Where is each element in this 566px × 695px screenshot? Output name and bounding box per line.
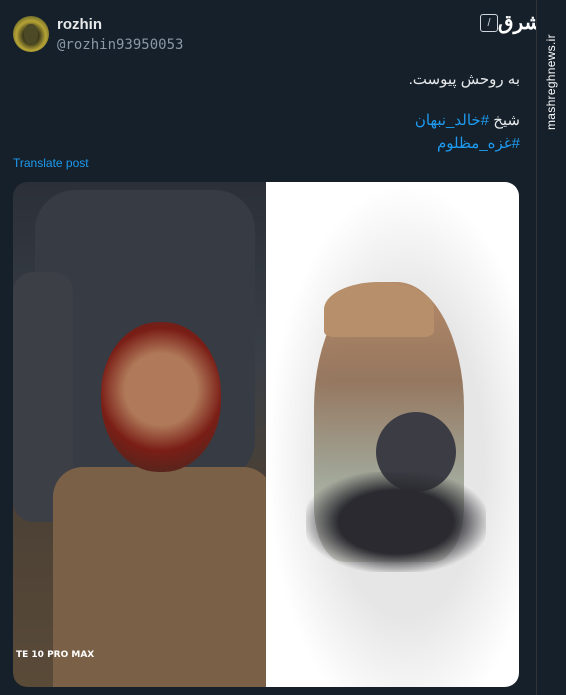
- artwork-cap: [324, 282, 434, 337]
- photo-right-artwork: [266, 182, 519, 687]
- post-text-prefix: شیخ: [489, 112, 520, 129]
- hashtag-gaza[interactable]: #غزه_مظلوم: [437, 134, 520, 152]
- brand-sidebar: mashreghnews.ir: [536, 0, 566, 695]
- post-media[interactable]: TE 10 PRO MAX: [13, 182, 519, 687]
- translate-post-link[interactable]: Translate post: [13, 156, 89, 170]
- post-text-line2: شیخ #خالد_نبهان: [415, 111, 520, 129]
- brand-site-url: mashreghnews.ir: [544, 34, 558, 130]
- artwork-calligraphy: [306, 472, 486, 572]
- tweet-card: rozhin @rozhin93950053 به روحش پیوست. شی…: [0, 0, 536, 695]
- post-text-line1: به روحش پیوست.: [408, 71, 520, 88]
- avatar[interactable]: [13, 16, 49, 52]
- photo-watermark: TE 10 PRO MAX: [16, 650, 95, 660]
- brand-logo-icon: /: [480, 14, 498, 32]
- hashtag-khaled-nabhan[interactable]: #خالد_نبهان: [415, 112, 489, 129]
- photo-left: TE 10 PRO MAX: [13, 182, 273, 687]
- user-handle[interactable]: @rozhin93950053: [57, 37, 183, 53]
- photo-face: [101, 322, 221, 472]
- user-name[interactable]: rozhin: [57, 16, 102, 33]
